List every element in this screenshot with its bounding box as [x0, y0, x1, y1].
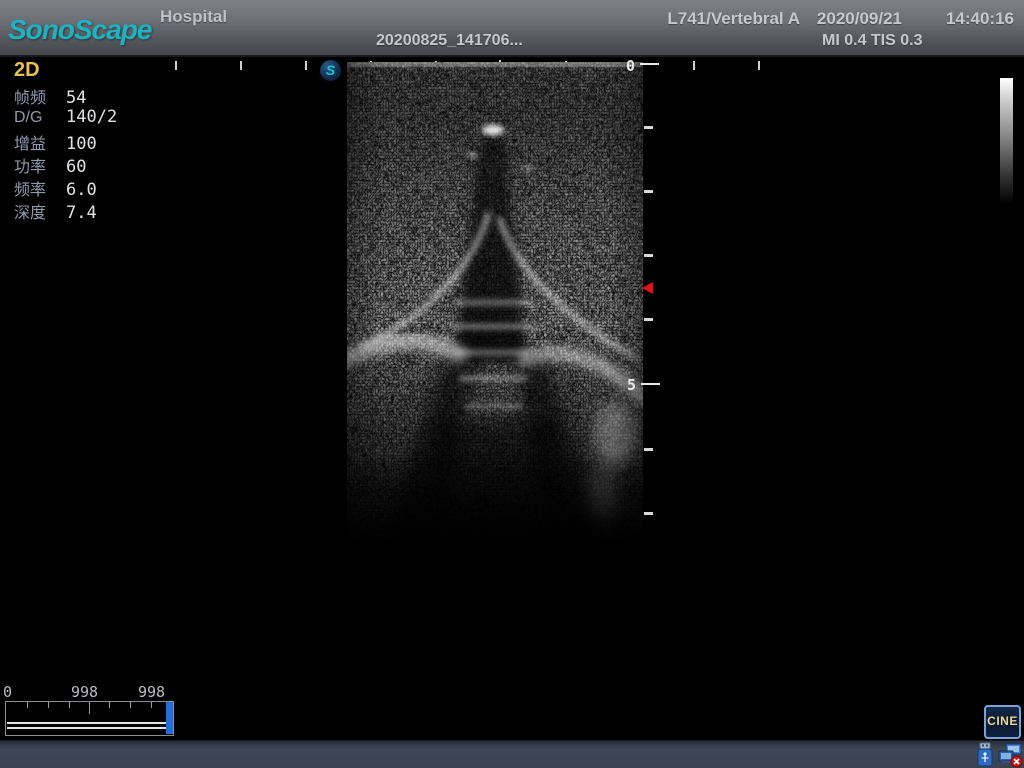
depth-ruler-tick [644, 254, 653, 257]
hospital-name: Hospital [160, 7, 227, 27]
cine-start-label: 0 [3, 683, 12, 701]
param-value: 140/2 [66, 107, 117, 127]
cine-track-line [7, 727, 170, 729]
cine-track-line [7, 722, 170, 724]
param-row-frequency: 频率 6.0 [14, 176, 97, 199]
param-label: 功率 [14, 153, 60, 177]
width-ruler-tick [758, 61, 760, 70]
width-ruler-tick [175, 61, 177, 70]
depth-ruler-tick [644, 126, 653, 129]
cine-tick [130, 702, 131, 708]
ultrasound-image[interactable] [347, 62, 643, 540]
param-value: 60 [66, 157, 86, 177]
grayscale-map-bar [1000, 78, 1013, 204]
depth-ruler-label-5: 5 [627, 376, 636, 394]
network-disconnected-icon[interactable] [998, 743, 1023, 768]
param-value: 54 [66, 88, 86, 108]
exam-date: 2020/09/21 [817, 9, 902, 29]
focus-position-marker [642, 282, 653, 294]
mode-label: 2D [14, 59, 40, 82]
cine-tick [27, 702, 28, 708]
header-bar: SonoScape Hospital L741/Vertebral A 2020… [0, 0, 1024, 57]
param-row-framerate: 帧频 54 [14, 84, 86, 107]
param-label: 深度 [14, 199, 60, 223]
exam-time: 14:40:16 [946, 9, 1014, 29]
cine-tick [48, 702, 49, 708]
cine-total-frames: 998 [138, 683, 165, 701]
param-value: 7.4 [66, 203, 97, 223]
depth-ruler-tick [644, 512, 653, 515]
depth-ruler-major-tick [640, 63, 659, 65]
image-file-id: 20200825_141706... [376, 32, 523, 50]
param-label: 频率 [14, 176, 60, 200]
param-row-dg: D/G 140/2 [14, 107, 117, 130]
cine-tick [69, 702, 70, 708]
depth-ruler-tick [644, 448, 653, 451]
cine-center-tick [89, 702, 90, 714]
brand-logo: SonoScape [8, 14, 151, 46]
depth-ruler-tick [644, 318, 653, 321]
param-value: 100 [66, 134, 97, 154]
cine-tick [109, 702, 110, 708]
depth-ruler-label-0: 0 [626, 57, 635, 75]
usb-storage-icon[interactable] [974, 742, 996, 768]
depth-ruler-tick [644, 190, 653, 193]
cine-position-handle[interactable] [166, 702, 173, 734]
cine-button[interactable]: CINE [984, 705, 1021, 739]
param-label: 增益 [14, 130, 60, 154]
width-ruler-tick [305, 61, 307, 70]
cine-progress-bar[interactable] [5, 701, 174, 736]
depth-ruler-major-tick [641, 383, 660, 385]
param-row-power: 功率 60 [14, 153, 86, 176]
probe-preset-label: L741/Vertebral A [667, 9, 800, 29]
width-ruler-tick [693, 61, 695, 70]
taskbar [0, 740, 1024, 768]
param-label: D/G [14, 109, 60, 127]
acoustic-indices: MI 0.4 TIS 0.3 [822, 32, 922, 50]
probe-orientation-marker: S [320, 60, 341, 81]
width-ruler-tick [240, 61, 242, 70]
param-value: 6.0 [66, 180, 97, 200]
param-row-depth: 深度 7.4 [14, 199, 97, 222]
cine-current-frame: 998 [71, 683, 98, 701]
param-label: 帧频 [14, 84, 60, 108]
probe-marker-letter: S [326, 62, 335, 78]
ultrasound-system-screen: SonoScape Hospital L741/Vertebral A 2020… [0, 0, 1024, 768]
param-row-gain: 增益 100 [14, 130, 97, 153]
cine-tick [151, 702, 152, 708]
